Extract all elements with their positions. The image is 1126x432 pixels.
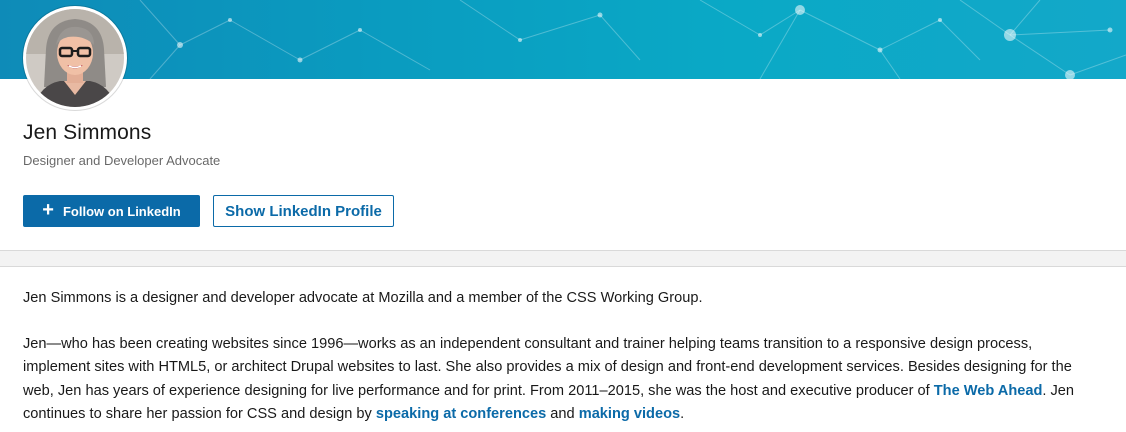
avatar[interactable] bbox=[23, 6, 127, 110]
profile-photo bbox=[26, 9, 124, 107]
about-text-segment: . bbox=[680, 406, 685, 422]
about-paragraph-1: Jen Simmons is a designer and developer … bbox=[23, 290, 703, 306]
speaking-at-conferences-link[interactable]: speaking at conferences bbox=[376, 406, 546, 422]
follow-on-linkedin-button[interactable]: + Follow on LinkedIn bbox=[23, 195, 200, 227]
profile-name: Jen Simmons bbox=[23, 121, 152, 144]
section-divider bbox=[0, 250, 1126, 267]
profile-headline: Designer and Developer Advocate bbox=[23, 153, 221, 168]
about-text-segment: and bbox=[546, 406, 579, 422]
making-videos-link[interactable]: making videos bbox=[579, 406, 680, 422]
plus-icon: + bbox=[42, 199, 54, 221]
about-paragraph-2: Jen—who has been creating websites since… bbox=[23, 333, 1103, 427]
profile-banner bbox=[0, 0, 1126, 79]
profile-button-label: Show LinkedIn Profile bbox=[225, 202, 382, 220]
about-text-segment: Jen—who has been creating websites since… bbox=[23, 335, 1072, 399]
follow-button-label: Follow on LinkedIn bbox=[62, 203, 181, 219]
the-web-ahead-link[interactable]: The Web Ahead bbox=[934, 383, 1043, 399]
show-linkedin-profile-button[interactable]: Show LinkedIn Profile bbox=[213, 195, 394, 227]
about-section: Jen Simmons is a designer and developer … bbox=[23, 287, 1103, 427]
network-pattern-graphic bbox=[139, 0, 1126, 79]
